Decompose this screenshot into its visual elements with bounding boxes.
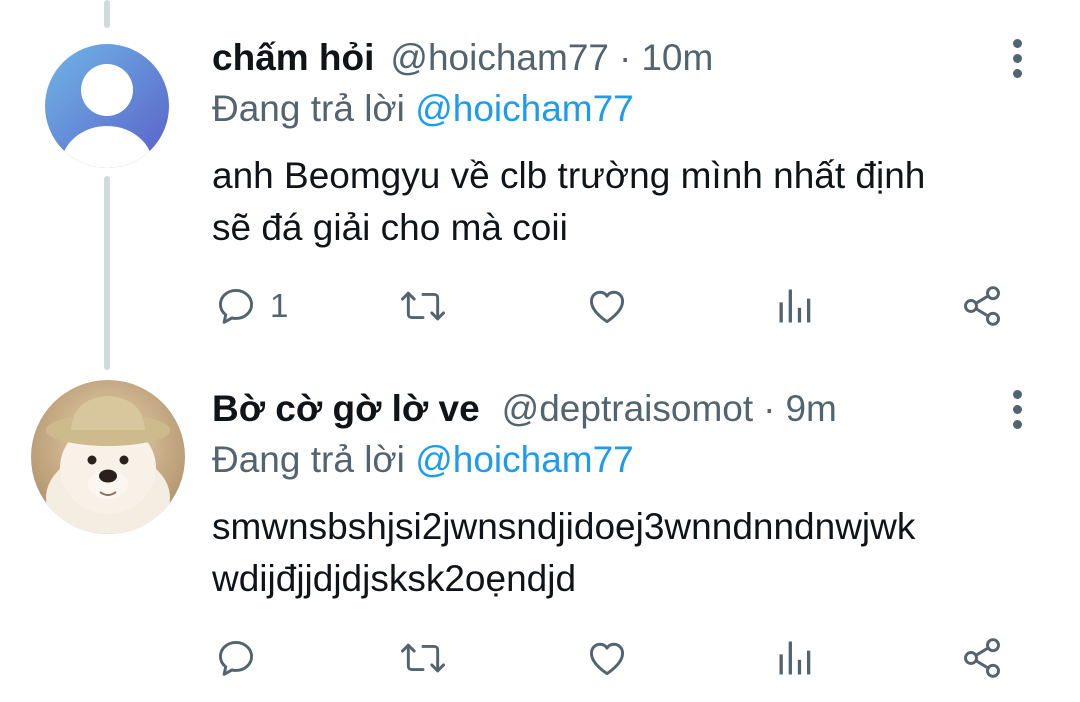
- replying-to: Đang trả lời @hoicham77: [212, 435, 634, 485]
- tweet-header: Bờ cờ gờ lờ ve @deptraisomot · 9m: [212, 384, 837, 434]
- tweet-text-line: anh Beomgyu về clb trường mình nhất định: [212, 155, 926, 196]
- separator-dot: ·: [763, 388, 776, 429]
- like-icon: [589, 642, 625, 676]
- reply-button[interactable]: 1: [214, 276, 288, 336]
- dog-photo-avatar: [31, 380, 185, 534]
- retweet-icon: [401, 643, 445, 673]
- display-name[interactable]: Bờ cờ gờ lờ ve: [212, 384, 480, 434]
- thread-line-middle: [104, 176, 110, 370]
- user-handle[interactable]: @hoicham77: [390, 33, 609, 83]
- like-icon: [589, 290, 625, 324]
- like-button[interactable]: [584, 628, 630, 688]
- user-handle[interactable]: @deptraisomot: [502, 384, 753, 434]
- tweet-text: smwnsbshjsi2jwnsndjidoej3wnndnndnwjwk wd…: [212, 501, 1042, 605]
- reply-icon: [218, 640, 254, 676]
- action-bar: [212, 628, 1012, 688]
- timestamp[interactable]: 10m: [641, 33, 713, 83]
- share-button[interactable]: [960, 276, 1004, 336]
- action-bar: 1: [212, 276, 1012, 336]
- analytics-icon: [779, 289, 811, 323]
- tweet-text-line: sẽ đá giải cho mà coii: [212, 207, 568, 248]
- retweet-button[interactable]: [398, 628, 448, 688]
- replying-mention[interactable]: @hoicham77: [415, 439, 634, 480]
- default-avatar-icon: [45, 44, 169, 168]
- display-name[interactable]: chấm hỏi: [212, 33, 374, 83]
- avatar[interactable]: [45, 44, 169, 168]
- retweet-button[interactable]: [398, 276, 448, 336]
- retweet-icon: [401, 291, 445, 321]
- reply-icon: [218, 288, 254, 324]
- replying-prefix: Đang trả lời: [212, 88, 416, 129]
- more-icon[interactable]: [1000, 384, 1034, 434]
- tweet-text-line: wdijđjjdjdjsksk2oẹndjd: [212, 558, 577, 599]
- tweet-text-line: smwnsbshjsi2jwnsndjidoej3wnndnndnwjwk: [212, 506, 916, 547]
- share-icon: [964, 286, 1000, 326]
- reply-count: 1: [270, 287, 289, 324]
- analytics-button[interactable]: [774, 628, 818, 688]
- share-icon: [964, 638, 1000, 678]
- tweet-header: chấm hỏi @hoicham77 · 10m: [212, 33, 713, 83]
- reply-button[interactable]: [214, 628, 270, 688]
- avatar[interactable]: [31, 380, 185, 534]
- timestamp[interactable]: 9m: [785, 384, 836, 434]
- tweet-text: anh Beomgyu về clb trường mình nhất định…: [212, 150, 1042, 254]
- share-button[interactable]: [960, 628, 1004, 688]
- separator-dot: ·: [619, 37, 632, 78]
- analytics-icon: [779, 641, 811, 675]
- more-icon[interactable]: [1000, 33, 1034, 83]
- thread-line-top: [104, 0, 110, 28]
- replying-to: Đang trả lời @hoicham77: [212, 84, 634, 134]
- analytics-button[interactable]: [774, 276, 818, 336]
- replying-prefix: Đang trả lời: [212, 439, 416, 480]
- replying-mention[interactable]: @hoicham77: [415, 88, 634, 129]
- like-button[interactable]: [584, 276, 630, 336]
